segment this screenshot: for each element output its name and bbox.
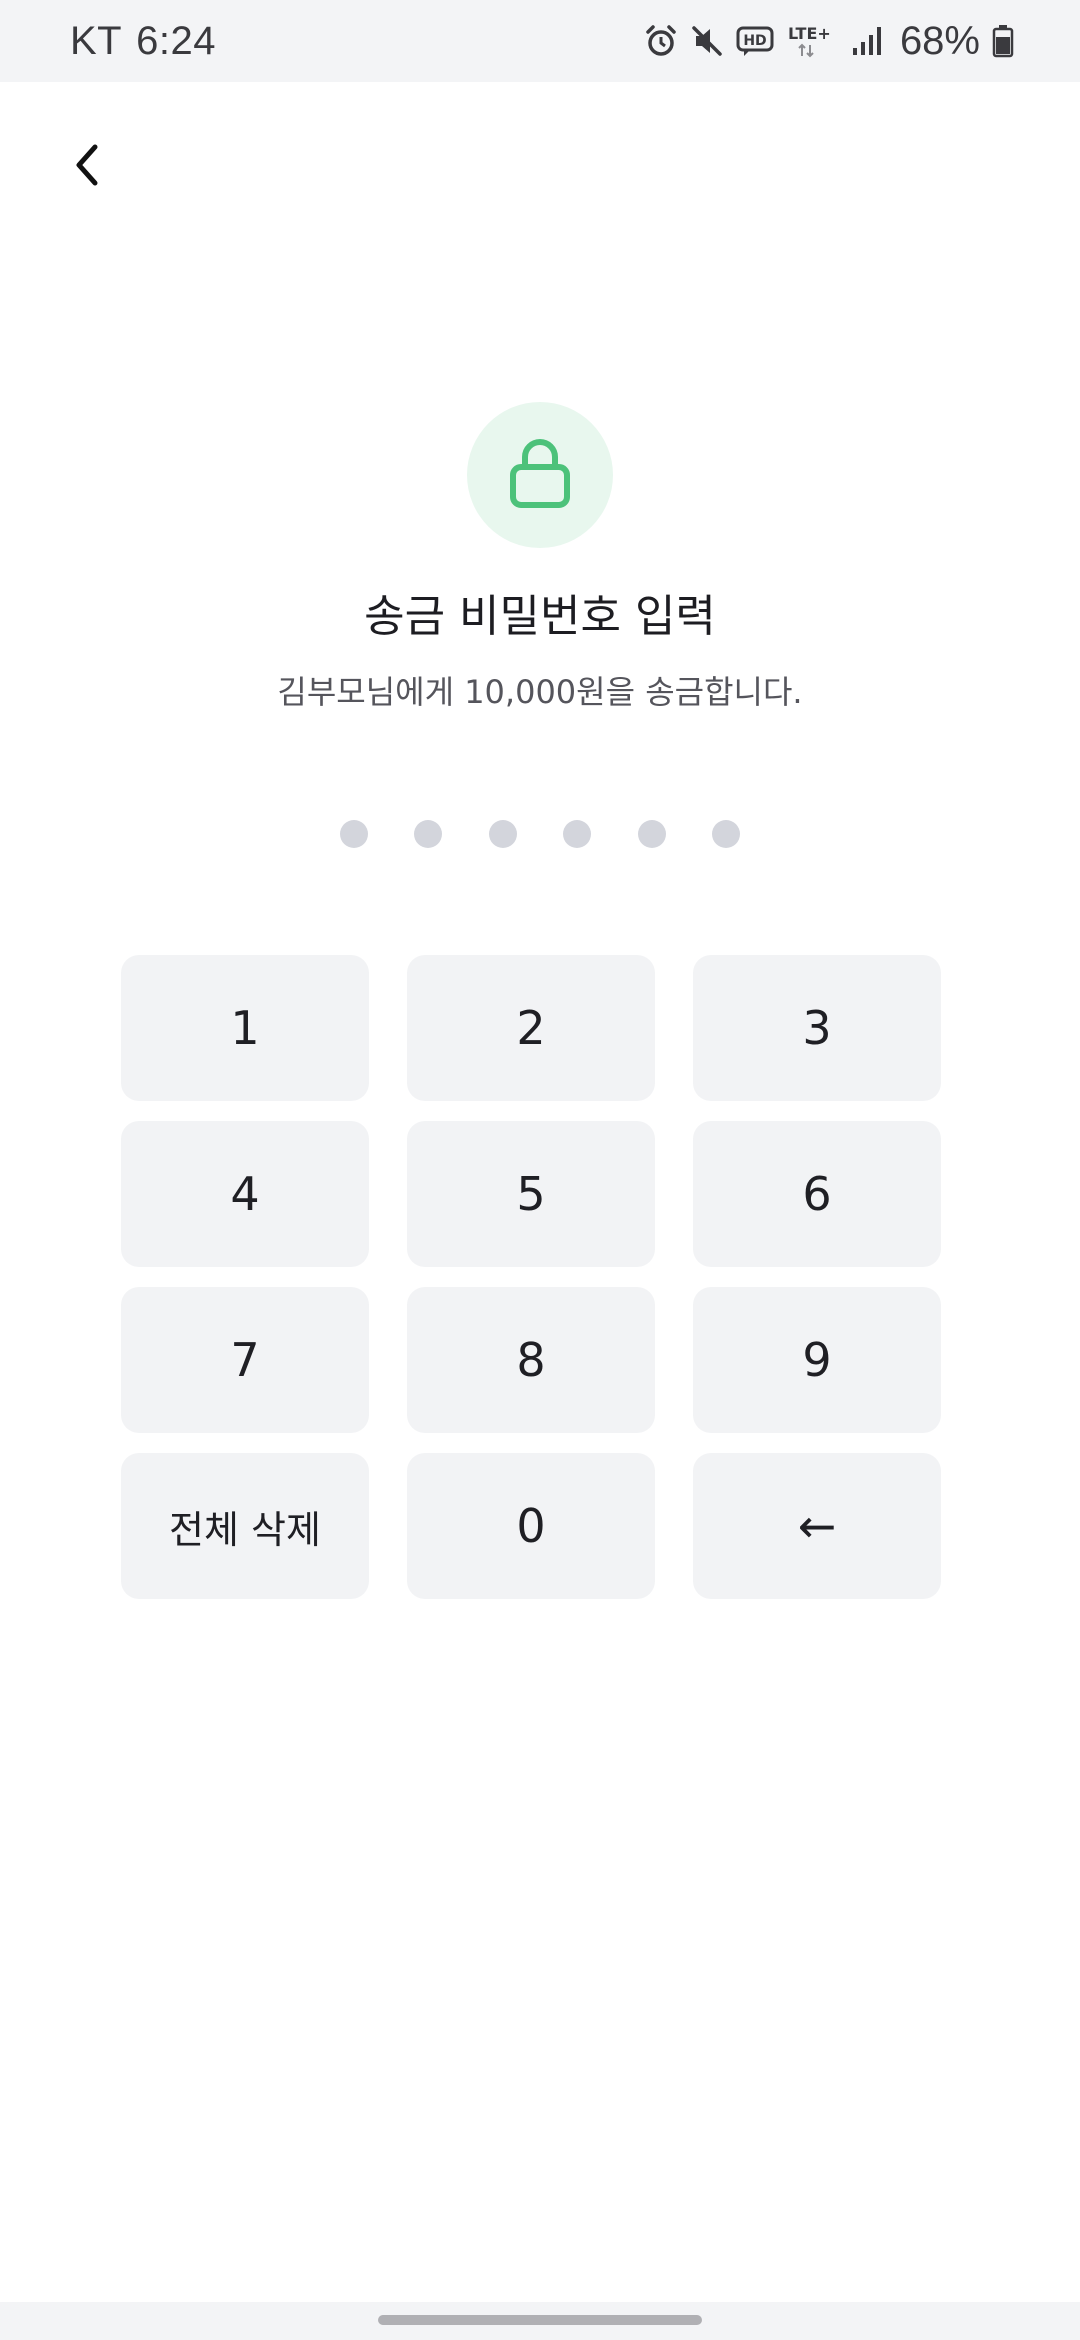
- page-title: 송금 비밀번호 입력: [364, 591, 716, 642]
- transfer-description: 김부모님에게 10,000원을 송금합니다.: [277, 673, 803, 711]
- pin-dot: [414, 820, 443, 848]
- pin-dot: [637, 820, 666, 848]
- clear-all-button[interactable]: 전체 삭제: [121, 1453, 369, 1599]
- key-0[interactable]: 0: [407, 1453, 655, 1599]
- pin-indicator: [340, 820, 740, 850]
- clock: 6:24: [136, 18, 216, 63]
- lock-badge: [467, 402, 613, 548]
- signal-icon: [850, 24, 884, 58]
- pin-dot: [711, 820, 740, 848]
- svg-text:LTE+: LTE+: [788, 24, 831, 43]
- alarm-icon: [644, 24, 678, 58]
- status-left: KT 6:24: [70, 19, 216, 64]
- key-2[interactable]: 2: [407, 955, 655, 1101]
- pin-dot: [563, 820, 592, 848]
- home-indicator[interactable]: [378, 2315, 702, 2325]
- status-bar: KT 6:24 HD LTE+ 68%: [0, 0, 1080, 82]
- keypad: 1 2 3 4 5 6 7 8 9 전체 삭제 0 ←: [121, 955, 941, 1599]
- battery-icon: [992, 24, 1014, 58]
- mute-icon: [690, 24, 724, 58]
- hd-voice-icon: HD: [736, 24, 774, 58]
- pin-dot: [488, 820, 517, 848]
- key-9[interactable]: 9: [693, 1287, 941, 1433]
- key-8[interactable]: 8: [407, 1287, 655, 1433]
- key-5[interactable]: 5: [407, 1121, 655, 1267]
- lock-icon: [505, 435, 575, 515]
- key-7[interactable]: 7: [121, 1287, 369, 1433]
- backspace-button[interactable]: ←: [693, 1453, 941, 1599]
- svg-text:HD: HD: [743, 33, 766, 49]
- key-6[interactable]: 6: [693, 1121, 941, 1267]
- status-icons: HD LTE+ 68%: [644, 19, 1014, 64]
- chevron-left-icon: [67, 135, 107, 199]
- key-3[interactable]: 3: [693, 955, 941, 1101]
- key-4[interactable]: 4: [121, 1121, 369, 1267]
- battery-percent: 68%: [899, 18, 980, 63]
- key-1[interactable]: 1: [121, 955, 369, 1101]
- lte-plus-icon: LTE+: [786, 23, 838, 59]
- carrier-label: KT: [70, 18, 123, 63]
- pin-dot: [340, 820, 368, 848]
- back-button[interactable]: [58, 132, 116, 202]
